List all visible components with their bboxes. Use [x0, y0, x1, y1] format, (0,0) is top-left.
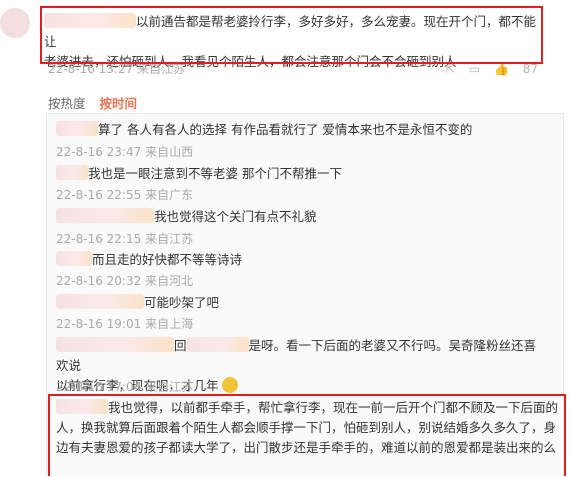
- like-count: 87: [522, 62, 538, 76]
- reply-item: 我也觉得这个关门有点不礼貌: [56, 207, 317, 227]
- reply-meta: 22-8-16 23:47 来自山西: [56, 145, 194, 159]
- reply-text: 我也觉得这个关门有点不礼貌: [154, 209, 317, 224]
- username-blurred[interactable]: [56, 121, 98, 136]
- reply-item: 算了 各人有各人的选择 有作品看就行了 爱情本来也不是永恒不变的: [56, 120, 472, 140]
- mention-blurred[interactable]: [186, 337, 249, 352]
- username-blurred[interactable]: [56, 165, 88, 180]
- reply-text: 算了 各人有各人的选择 有作品看就行了 爱情本来也不是永恒不变的: [98, 122, 473, 137]
- reply-text: 我也是一眼注意到不等老婆 那个门不帮推一下: [88, 166, 342, 181]
- comment-time: 22-8-16 13:27: [48, 62, 134, 76]
- highlight-box: [40, 6, 543, 64]
- reply-meta: 22-8-16 22:55 来自广东: [56, 188, 194, 202]
- reply-meta: 22-8-16 19:01 来自上海: [56, 317, 194, 331]
- reply-meta: 22-8-16 17:04 来自江苏: [56, 380, 194, 394]
- comment-icon[interactable]: ▭: [469, 62, 480, 76]
- username-blurred[interactable]: [56, 294, 144, 309]
- highlight-box: [48, 394, 566, 476]
- forward-icon[interactable]: ⇱: [445, 62, 455, 76]
- reply-meta: 22-8-16 22:15 来自江苏: [56, 232, 194, 246]
- reply-item: 我也是一眼注意到不等老婆 那个门不帮推一下: [56, 164, 342, 184]
- reply-text: 而且走的好快都不等等诗诗: [92, 252, 243, 267]
- emoji-icon: [221, 377, 238, 393]
- username-blurred[interactable]: [56, 208, 154, 223]
- sort-tabs: 按热度 按时间: [48, 93, 137, 112]
- avatar[interactable]: [0, 8, 30, 38]
- sort-by-hot[interactable]: 按热度: [48, 96, 86, 111]
- reply-item: 而且走的好快都不等等诗诗: [56, 250, 242, 270]
- comment-location: 来自江苏: [137, 62, 186, 76]
- username-blurred[interactable]: [56, 251, 92, 266]
- like-icon[interactable]: 👍: [494, 62, 509, 76]
- username-blurred[interactable]: [56, 337, 174, 352]
- reply-meta: 22-8-16 20:32 来自河北: [56, 274, 194, 288]
- reply-item: 可能吵架了吧: [56, 293, 219, 313]
- reply-text: 可能吵架了吧: [144, 295, 220, 310]
- sort-by-time[interactable]: 按时间: [100, 96, 138, 111]
